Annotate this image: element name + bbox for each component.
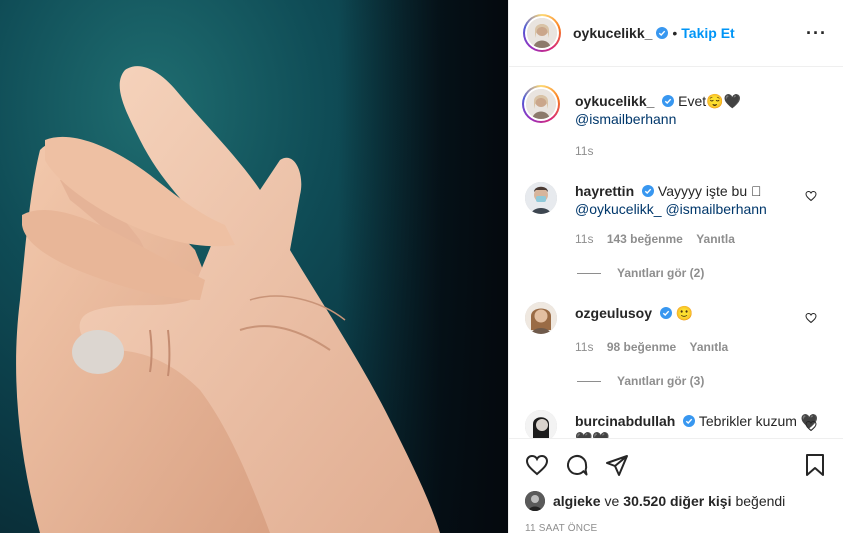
- comment-avatar[interactable]: [525, 182, 557, 214]
- verified-badge-icon: [659, 307, 672, 319]
- verified-badge-icon: [656, 27, 669, 39]
- comment-username[interactable]: hayrettin: [575, 183, 634, 199]
- share-paper-plane-icon[interactable]: [605, 453, 629, 477]
- liker-avatar[interactable]: [525, 491, 545, 511]
- verified-badge-icon: [642, 185, 655, 197]
- verified-badge-icon: [683, 415, 696, 427]
- liker-username[interactable]: algieke: [553, 493, 600, 509]
- instagram-post-modal: oykucelikk_ • Takip Et ··· oykucelikk_ E…: [0, 0, 843, 533]
- comment-avatar[interactable]: [525, 410, 557, 438]
- likes-connector: ve: [604, 493, 620, 509]
- replies-line: [577, 272, 601, 274]
- like-heart-icon[interactable]: [525, 453, 549, 477]
- post-actions: algieke ve 30.520 diğer kişi beğendi 11 …: [509, 438, 843, 533]
- follow-button[interactable]: Takip Et: [681, 25, 734, 41]
- comment-mentions[interactable]: @oykucelikk_ @ismailberhann: [575, 201, 767, 217]
- action-icons: [525, 453, 827, 477]
- caption-mention[interactable]: @ismailberhann: [575, 111, 676, 127]
- save-bookmark-icon[interactable]: [803, 453, 827, 477]
- comment-avatar[interactable]: [525, 302, 557, 334]
- comment-likes[interactable]: 98 beğenme: [607, 340, 676, 354]
- likes-summary: algieke ve 30.520 diğer kişi beğendi: [525, 491, 827, 511]
- caption-avatar[interactable]: [526, 89, 556, 119]
- comment-item: ozgeulusoy 🙂 11s 98 beğenme Yanıtla: [525, 302, 827, 356]
- comment-item: burcinabdullah Tebrikler kuzum 🖤🖤🖤: [525, 410, 827, 438]
- likes-suffix: beğendi: [735, 493, 786, 509]
- post-side-panel: oykucelikk_ • Takip Et ··· oykucelikk_ E…: [508, 0, 843, 533]
- verified-badge-icon: [662, 95, 675, 107]
- post-photo[interactable]: [0, 0, 508, 533]
- header-username[interactable]: oykucelikk_: [573, 25, 652, 41]
- replies-line: [577, 380, 601, 382]
- story-ring[interactable]: [523, 14, 561, 52]
- caption-username[interactable]: oykucelikk_: [575, 93, 654, 109]
- caption-text: Evet😌🖤: [678, 93, 742, 109]
- comment-likes[interactable]: 143 beğenme: [607, 232, 683, 246]
- view-replies-label[interactable]: Yanıtları gör (3): [617, 374, 704, 388]
- caption-story-ring[interactable]: [522, 85, 560, 123]
- view-replies-button[interactable]: Yanıtları gör (3): [577, 374, 827, 388]
- comment-username[interactable]: ozgeulusoy: [575, 305, 652, 321]
- comment-text: Vayyyy işte bu 🏻: [657, 183, 762, 199]
- comment-username[interactable]: burcinabdullah: [575, 413, 675, 429]
- separator-dot: •: [672, 25, 678, 41]
- view-replies-label[interactable]: Yanıtları gör (2): [617, 266, 704, 280]
- reply-button[interactable]: Yanıtla: [696, 232, 735, 246]
- comments-list[interactable]: oykucelikk_ Evet😌🖤 @ismailberhann 11s ha…: [509, 68, 843, 438]
- view-replies-button[interactable]: Yanıtları gör (2): [577, 266, 827, 280]
- caption-time[interactable]: 11s: [575, 144, 593, 158]
- like-comment-heart-icon[interactable]: [805, 190, 817, 202]
- comment-time[interactable]: 11s: [575, 340, 593, 354]
- comment-text: 🙂: [675, 305, 694, 321]
- like-comment-heart-icon[interactable]: [805, 420, 817, 432]
- reply-button[interactable]: Yanıtla: [690, 340, 729, 354]
- more-options-icon[interactable]: ···: [806, 23, 827, 44]
- like-comment-heart-icon[interactable]: [805, 312, 817, 324]
- comment-time[interactable]: 11s: [575, 232, 593, 246]
- avatar[interactable]: [527, 18, 557, 48]
- post-header: oykucelikk_ • Takip Et ···: [509, 0, 843, 67]
- caption: oykucelikk_ Evet😌🖤 @ismailberhann 11s: [522, 85, 827, 160]
- likes-count[interactable]: 30.520 diğer kişi: [623, 493, 731, 509]
- hands-illustration: [16, 66, 440, 533]
- post-timestamp[interactable]: 11 SAAT ÖNCE: [525, 523, 827, 533]
- comment-item: hayrettin Vayyyy işte bu 🏻 @oykucelikk_ …: [525, 182, 827, 248]
- comment-bubble-icon[interactable]: [565, 453, 589, 477]
